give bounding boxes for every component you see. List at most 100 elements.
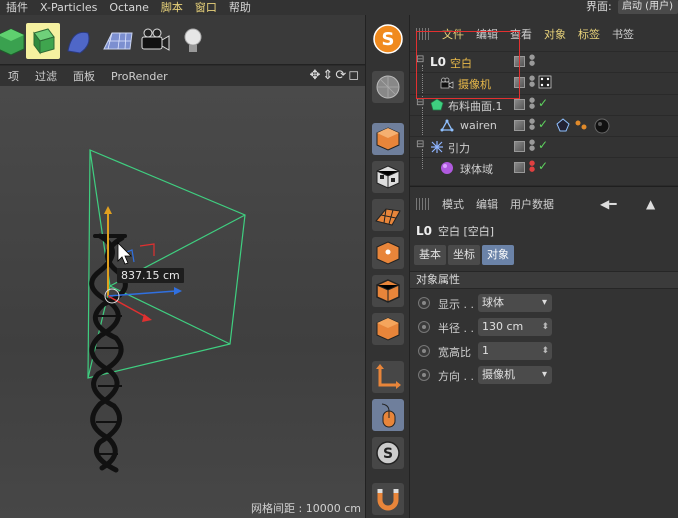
collapse-icon[interactable]: ⊟ <box>416 139 424 150</box>
viewport-menu-filter[interactable]: 过滤 <box>27 68 65 84</box>
object-name: 引力 <box>448 142 470 155</box>
object-name: wairen <box>460 119 497 132</box>
visibility-dots-icon[interactable]: ● ● <box>529 160 535 173</box>
grip-icon[interactable] <box>416 198 430 210</box>
deformer-icon[interactable] <box>26 23 60 59</box>
object-row-attractor[interactable]: ⊟ 引力 ● ● ✓ <box>410 136 678 156</box>
animate-radio[interactable] <box>418 297 430 309</box>
highlight-annotation-box <box>416 31 520 99</box>
edge-mode-icon[interactable] <box>372 275 404 307</box>
om-menu-tags[interactable]: 标签 <box>572 26 606 42</box>
viewport-menu-prorender[interactable]: ProRender <box>103 70 176 83</box>
object-name: 布料曲面.1 <box>448 100 503 113</box>
menu-bar: 插件 X-Particles Octane 脚本 窗口 帮助 界面: 启动 (用… <box>0 0 678 15</box>
menu-help[interactable]: 帮助 <box>223 0 257 15</box>
back-arrow-icon[interactable]: ◀━ <box>600 197 616 211</box>
tab-coord[interactable]: 坐标 <box>448 245 480 265</box>
enabled-check-icon[interactable]: ✓ <box>538 138 548 152</box>
visibility-dots-icon[interactable]: ● ● <box>529 75 535 88</box>
attribute-manager-menu: 模式 编辑 用户数据 ◀━ ▲ <box>410 195 678 213</box>
sphere-field-icon <box>440 161 454 175</box>
main-toolbar <box>0 15 365 65</box>
layer-flag-icon[interactable] <box>514 120 525 131</box>
interface-layout-select[interactable]: 启动 (用户) <box>618 0 678 14</box>
prop-display: 显示 . . 球体 <box>410 293 678 315</box>
am-menu-mode[interactable]: 模式 <box>436 196 470 212</box>
object-name: 球体域 <box>460 163 493 176</box>
menu-octane[interactable]: Octane <box>103 0 155 15</box>
visibility-dots-icon[interactable]: ● ● <box>529 97 535 110</box>
cloth-surface-icon <box>430 98 444 112</box>
object-row-wairen[interactable]: wairen ● ● ✓ <box>410 115 678 135</box>
spline-icon[interactable] <box>62 23 96 59</box>
layer-flag-icon[interactable] <box>514 141 525 152</box>
viewport-nav-icons[interactable]: ✥⇕⟳◻ <box>310 68 361 83</box>
om-menu-objects[interactable]: 对象 <box>538 26 572 42</box>
enabled-check-icon[interactable]: ✓ <box>538 96 548 110</box>
prop-aspect-ratio: 宽高比 1 <box>410 341 678 363</box>
plane-floor-icon[interactable] <box>100 23 134 59</box>
camera-icon[interactable] <box>138 23 172 59</box>
tweak-mode-icon[interactable] <box>372 399 404 431</box>
attractor-icon <box>430 140 444 154</box>
tab-basic[interactable]: 基本 <box>414 245 446 265</box>
up-arrow-icon[interactable]: ▲ <box>646 197 655 211</box>
am-menu-userdata[interactable]: 用户数据 <box>504 196 560 212</box>
viewport-menu-item[interactable]: 项 <box>0 68 27 84</box>
am-menu-edit[interactable]: 编辑 <box>470 196 504 212</box>
magnet-icon[interactable] <box>372 483 404 515</box>
om-menu-bookmarks[interactable]: 书签 <box>606 26 640 42</box>
visibility-dots-icon[interactable]: ● ● <box>529 54 535 67</box>
light-icon[interactable] <box>176 23 210 59</box>
prop-label: 半径 . . <box>438 322 474 335</box>
visibility-dots-icon[interactable]: ● ● <box>529 118 535 131</box>
cloth-tag-icon[interactable] <box>556 118 570 135</box>
display-dropdown[interactable]: 球体 <box>478 294 552 312</box>
menu-script[interactable]: 脚本 <box>155 0 189 15</box>
object-title-text: 空白 [空白] <box>438 225 495 238</box>
interface-label: 界面: <box>586 0 612 13</box>
enabled-check-icon[interactable]: ✓ <box>538 159 548 173</box>
viewport-3d[interactable]: 837.15 cm 网格间距 : 10000 cm <box>0 86 365 518</box>
tool-palette: S S <box>365 15 410 518</box>
animate-radio[interactable] <box>418 321 430 333</box>
object-properties-section: 对象属性 <box>410 271 678 289</box>
attribute-tabs: 基本 坐标 对象 <box>414 245 514 265</box>
cloth-dots-tag-icon[interactable] <box>574 118 588 135</box>
prop-label: 显示 . . <box>438 298 474 311</box>
object-row-sphere-field[interactable]: 球体域 ● ● ✓ <box>410 157 678 177</box>
snap-s-icon[interactable]: S <box>372 437 404 469</box>
radius-input[interactable]: 130 cm <box>478 318 552 336</box>
animate-radio[interactable] <box>418 345 430 357</box>
menu-xparticles[interactable]: X-Particles <box>34 0 103 15</box>
svg-text:S: S <box>382 29 395 50</box>
layer-flag-icon[interactable] <box>514 162 525 173</box>
layer-flag-icon[interactable] <box>514 99 525 110</box>
cube-primitive-icon[interactable] <box>0 23 28 59</box>
camera-target-tag-icon[interactable] <box>538 75 552 92</box>
material-tag-icon[interactable] <box>594 118 610 137</box>
grid-spacing-label: 网格间距 : 10000 cm <box>251 502 361 515</box>
model-mode-icon[interactable] <box>372 123 404 155</box>
aspect-ratio-input[interactable]: 1 <box>478 342 552 360</box>
mesh-icon <box>440 119 454 133</box>
axis-mode-icon[interactable] <box>372 361 404 393</box>
mouse-cursor <box>117 242 132 265</box>
viewport-menu-panel[interactable]: 面板 <box>65 68 103 84</box>
prop-label: 宽高比 <box>438 346 471 359</box>
viewport-solo-icon[interactable] <box>372 71 404 103</box>
enabled-check-icon[interactable]: ✓ <box>538 117 548 131</box>
tab-object[interactable]: 对象 <box>482 245 514 265</box>
visibility-dots-icon[interactable]: ● ● <box>529 139 535 152</box>
point-mode-icon[interactable] <box>372 237 404 269</box>
attribute-object-title: L0 空白 [空白] <box>416 223 494 239</box>
orientation-dropdown[interactable]: 摄像机 <box>478 366 552 384</box>
texture-mode-icon[interactable] <box>372 161 404 193</box>
workplane-icon[interactable] <box>372 199 404 231</box>
menu-plugins[interactable]: 插件 <box>0 0 34 15</box>
script-s-icon[interactable]: S <box>372 23 404 55</box>
prop-radius: 半径 . . 130 cm <box>410 317 678 339</box>
animate-radio[interactable] <box>418 369 430 381</box>
menu-window[interactable]: 窗口 <box>189 0 223 15</box>
polygon-mode-icon[interactable] <box>372 313 404 345</box>
